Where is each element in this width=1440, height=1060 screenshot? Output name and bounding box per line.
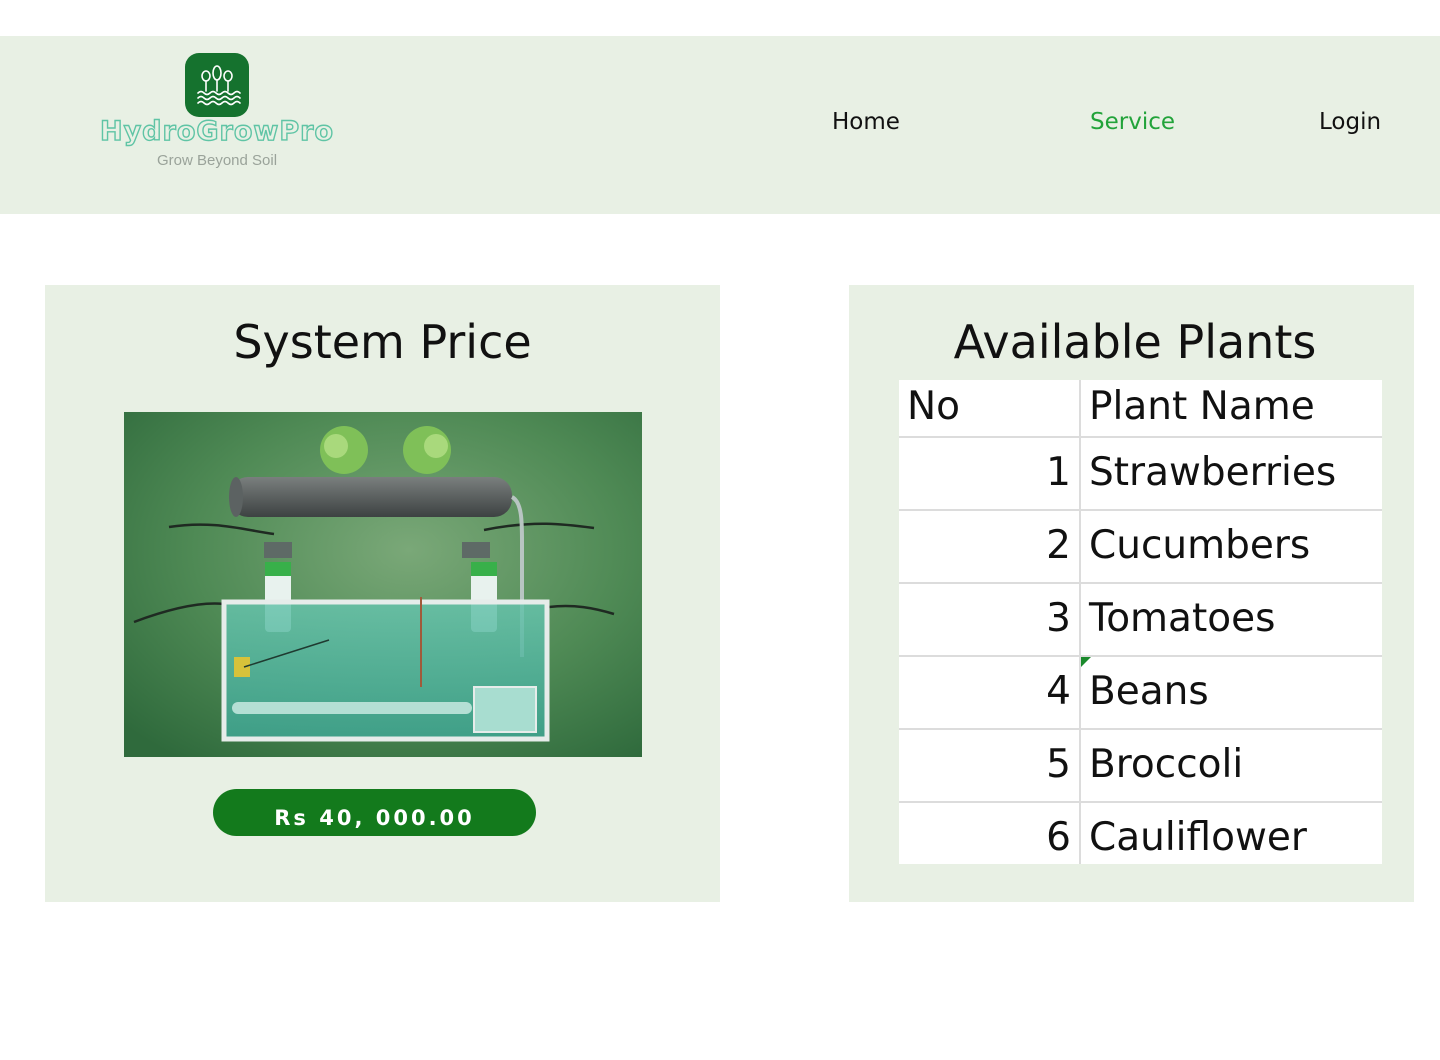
- nav-service-link[interactable]: Service: [1090, 109, 1175, 135]
- row-plant-name: Strawberries: [1089, 450, 1337, 495]
- brand-logo[interactable]: HydroGrowPro Grow Beyond Soil: [66, 52, 368, 174]
- row-plant-name: Broccoli: [1089, 742, 1244, 787]
- row-plant-name: Cucumbers: [1089, 523, 1311, 568]
- plants-table: No Plant Name 1 Strawberries 2 Cucumbers…: [899, 380, 1382, 864]
- brand-tagline: Grow Beyond Soil: [156, 152, 278, 169]
- site-header: HydroGrowPro Grow Beyond Soil Home Servi…: [0, 36, 1440, 214]
- available-plants-title: Available Plants: [953, 315, 1317, 369]
- row-no: 3: [1046, 596, 1071, 641]
- system-price-card: System Price Rs 40, 000.00: [45, 285, 720, 902]
- brand-name: HydroGrowPro: [99, 115, 334, 147]
- row-no: 4: [1046, 669, 1071, 714]
- column-header-no: No: [907, 384, 961, 429]
- table-row: 5 Broccoli: [899, 730, 1382, 803]
- row-plant-name: Beans: [1089, 669, 1209, 714]
- price-button[interactable]: Rs 40, 000.00: [213, 789, 536, 836]
- table-row: 6 Cauliflower: [899, 803, 1382, 864]
- column-header-plant-name: Plant Name: [1089, 384, 1315, 429]
- row-no: 5: [1046, 742, 1071, 787]
- row-no: 2: [1046, 523, 1071, 568]
- cell-comment-marker: [1081, 657, 1091, 667]
- row-no: 1: [1046, 450, 1071, 495]
- hydroponic-system-image: [124, 412, 642, 757]
- system-price-title: System Price: [233, 315, 532, 369]
- row-no: 6: [1046, 815, 1071, 860]
- table-row: 2 Cucumbers: [899, 511, 1382, 584]
- row-plant-name: Cauliflower: [1089, 815, 1307, 860]
- table-row: 4 Beans: [899, 657, 1382, 730]
- table-header: No Plant Name: [899, 380, 1382, 438]
- table-row: 1 Strawberries: [899, 438, 1382, 511]
- available-plants-card: Available Plants No Plant Name 1 Strawbe…: [849, 285, 1414, 902]
- table-row: 3 Tomatoes: [899, 584, 1382, 657]
- plants-water-logo-icon: [185, 53, 249, 117]
- nav-login-link[interactable]: Login: [1319, 109, 1381, 135]
- row-plant-name: Tomatoes: [1089, 596, 1276, 641]
- nav-home-link[interactable]: Home: [832, 109, 900, 135]
